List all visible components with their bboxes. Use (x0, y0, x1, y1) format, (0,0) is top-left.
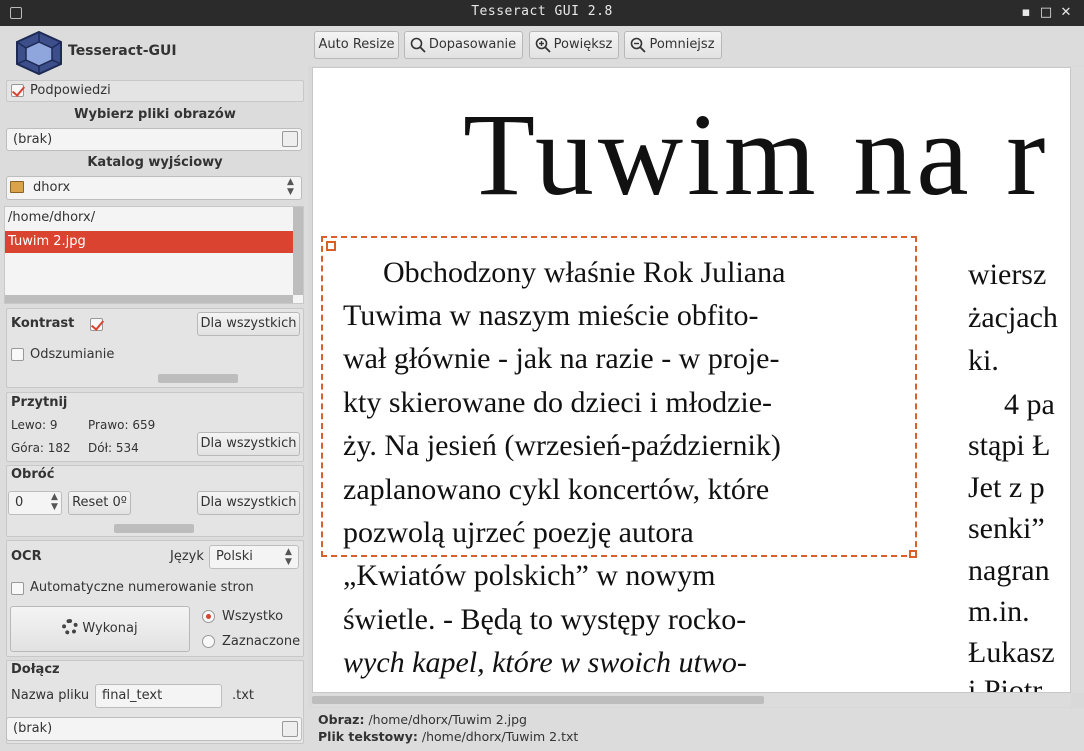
language-arrows-icon: ▲ ▼ (285, 547, 292, 567)
hints-label: Podpowiedzi (30, 83, 111, 98)
scan-right-line: żacjach (968, 301, 1058, 334)
hints-checkbox[interactable] (11, 84, 24, 97)
canvas-vscrollbar[interactable] (1071, 67, 1084, 693)
scan-right-line: Łukasz (968, 636, 1055, 669)
zoom-in-icon (535, 37, 551, 53)
contrast-slider[interactable] (158, 374, 238, 383)
close-icon[interactable]: ✕ (1058, 5, 1074, 21)
scan-right-line: nagran (968, 554, 1050, 587)
status-image: Obraz: /home/dhorx/Tuwim 2.jpg (318, 712, 527, 727)
scan-right-line: Jet z p (968, 471, 1045, 504)
ocr-all-label: Wszystko (222, 609, 284, 624)
ocr-selected-label: Zaznaczone (222, 634, 301, 649)
denoise-label: Odszumianie (30, 347, 115, 362)
scan-line: „Kwiatów polskich” w nowym (343, 559, 716, 592)
rotate-heading: Obróć (11, 467, 55, 482)
tesseract-logo-icon (16, 30, 62, 76)
denoise-checkbox[interactable] (11, 348, 24, 361)
scan-right-line: m.in. (968, 595, 1030, 628)
select-arrows-icon: ▲ ▼ (287, 177, 294, 197)
file-list: /home/dhorx/ Tuwim 2.jpg (4, 206, 304, 304)
scan-right-line: 4 pa (1004, 388, 1055, 421)
auto-resize-button[interactable]: Auto Resize (314, 31, 399, 59)
app-name: Tesseract-GUI (68, 43, 177, 59)
filename-label: Nazwa pliku (11, 688, 90, 703)
filename-extension: .txt (232, 688, 255, 703)
run-ocr-button[interactable]: Wykonaj (10, 606, 190, 652)
output-dir-select[interactable]: dhorx (6, 176, 302, 200)
join-file-field[interactable]: (brak) (6, 717, 302, 741)
list-item-selected[interactable]: Tuwim 2.jpg (5, 231, 293, 253)
window-title: Tesseract GUI 2.8 (471, 4, 613, 19)
crop-apply-all-button[interactable]: Dla wszystkich (197, 432, 300, 456)
join-heading: Dołącz (11, 662, 60, 677)
contrast-label: Kontrast (11, 316, 75, 331)
crop-left: Lewo: 9 (11, 418, 58, 432)
crop-top: Góra: 182 (11, 441, 71, 455)
canvas-hscrollbar[interactable] (312, 693, 1071, 707)
language-label: Język (170, 549, 204, 564)
scan-line: wych kapel, które w swoich utwo- (343, 646, 747, 679)
scan-right-line: wiersz (968, 258, 1047, 291)
crop-heading: Przytnij (11, 395, 68, 410)
output-dir-heading: Katalog wyjściowy (87, 155, 223, 170)
list-vscrollbar[interactable] (293, 207, 303, 295)
canvas-hscroll-thumb[interactable] (312, 696, 764, 704)
files-heading: Wybierz pliki obrazów (74, 107, 236, 122)
autonum-label: Automatyczne numerowanie stron (30, 580, 254, 595)
filename-input[interactable]: final_text (95, 684, 222, 708)
folder-icon (10, 181, 24, 193)
ocr-heading: OCR (11, 549, 42, 564)
contrast-checkbox[interactable] (90, 318, 103, 331)
image-canvas[interactable]: Tuwim na r Obchodzony właśnie Rok Julian… (312, 67, 1071, 693)
scan-headline: Tuwim na r (463, 89, 1050, 220)
spin-arrows-icon[interactable]: ▲ ▼ (51, 492, 58, 512)
status-image-path: /home/dhorx/Tuwim 2.jpg (368, 712, 527, 727)
crop-right: Prawo: 659 (88, 418, 156, 432)
browse-files-icon[interactable] (282, 131, 298, 147)
contrast-apply-all-button[interactable]: Dla wszystkich (197, 312, 300, 336)
list-item[interactable]: /home/dhorx/ (5, 207, 293, 229)
status-text-path: /home/dhorx/Tuwim 2.txt (421, 729, 579, 744)
crop-bottom: Dół: 534 (88, 441, 139, 455)
rotate-reset-button[interactable]: Reset 0º (68, 491, 131, 515)
selection-handle-bottom-right[interactable] (909, 550, 917, 558)
image-files-field[interactable]: (brak) (6, 128, 302, 151)
selection-rectangle[interactable] (321, 236, 917, 557)
rotate-slider[interactable] (114, 524, 194, 533)
scan-right-line: stąpi Ł (968, 429, 1051, 462)
rotate-apply-all-button[interactable]: Dla wszystkich (197, 491, 300, 515)
gear-icon (62, 619, 79, 635)
zoom-out-icon (630, 37, 646, 53)
list-hscrollbar[interactable] (5, 295, 293, 303)
scan-right-line: i Piotr (968, 674, 1043, 693)
scan-right-line: ki. (968, 344, 999, 377)
scan-line: świetle. - Będą to występy rocko- (343, 603, 747, 636)
run-ocr-label: Wykonaj (82, 621, 138, 636)
status-image-label: Obraz: (318, 712, 365, 727)
status-text: Plik tekstowy: /home/dhorx/Tuwim 2.txt (318, 729, 578, 744)
search-icon (410, 37, 426, 53)
title-bar: Tesseract GUI 2.8 ▪ □ ✕ (0, 0, 1084, 26)
selection-handle-top-left[interactable] (326, 241, 336, 251)
scan-right-line: senki” (968, 512, 1045, 545)
minimize-icon[interactable]: ▪ (1018, 5, 1034, 21)
ocr-selected-radio[interactable] (202, 635, 215, 648)
status-text-label: Plik tekstowy: (318, 729, 418, 744)
maximize-icon[interactable]: □ (1038, 5, 1054, 21)
ocr-all-radio[interactable] (202, 610, 215, 623)
browse-join-icon[interactable] (282, 721, 298, 737)
autonum-checkbox[interactable] (11, 582, 24, 595)
